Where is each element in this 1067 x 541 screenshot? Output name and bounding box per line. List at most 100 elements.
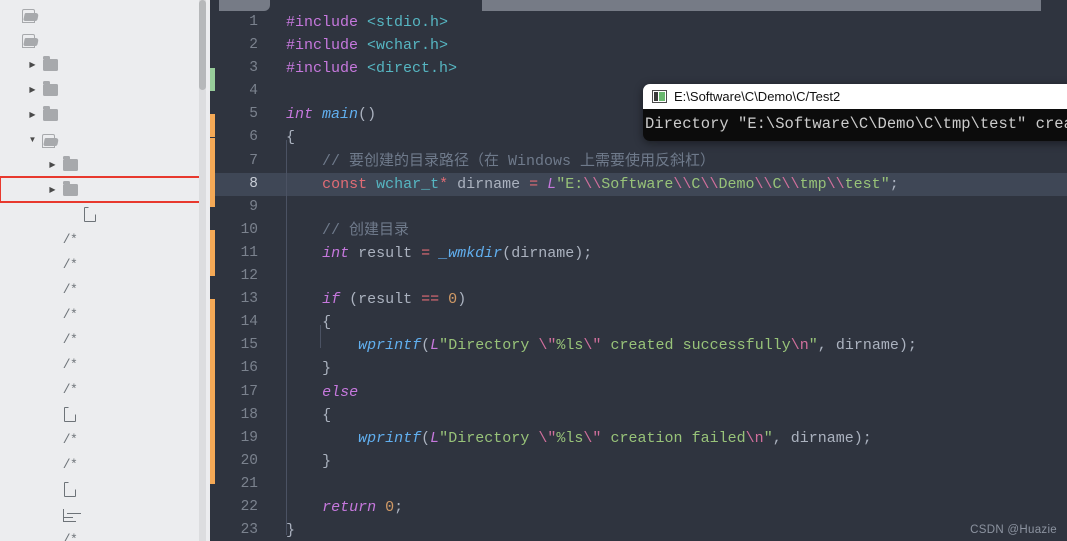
chevron-right-icon[interactable]: ▶ [46,411,59,419]
code-line[interactable]: // 要创建的目录路径（在 Windows 上需要使用反斜杠） [286,150,917,173]
change-marker [210,114,215,138]
editor-horizontal-scrollbar[interactable] [482,0,1041,11]
chevron-right-icon[interactable]: ▶ [46,185,59,194]
code-editor[interactable]: 1 2 3 4 5 6 7 8 9 10 11 12 13 14 15 16 17 18 19 20 21 22 23 #i… [210,0,1067,541]
tree-item[interactable]: ▶/* [0,427,210,452]
code-line[interactable]: const wchar_t* dirname = L"E:\\Software\… [286,173,917,196]
file-explorer-sidebar[interactable]: ▶▶▶▶▶▼▶▶▶▶/*▶/*▶/*▶/*▶/*▶/*▶/*▶▶/*▶/*▶▶▶… [0,0,210,541]
tree-item[interactable]: ▶/* [0,302,210,327]
c-source-icon: /* [62,332,78,347]
folder-closed-icon [59,155,81,171]
code-line[interactable]: #include <wchar.h> [286,34,917,57]
line-number: 22 [240,498,258,515]
code-line[interactable] [286,265,917,288]
tree-item[interactable]: ▶/* [0,252,210,277]
line-number: 6 [249,129,258,146]
tree-item[interactable]: ▶/* [0,452,210,477]
chevron-right-icon[interactable]: ▶ [26,110,39,119]
chevron-right-icon[interactable]: ▶ [46,386,59,394]
line-number-gutter: 1 2 3 4 5 6 7 8 9 10 11 12 13 14 15 16 17 18 19 20 21 22 23 [215,11,267,541]
chevron-right-icon[interactable]: ▶ [46,261,59,269]
code-line[interactable]: wprintf(L"Directory \"%ls\" created succ… [286,334,917,357]
console-output-text: Directory "E:\Software\C\Demo\C\tmp\test… [643,109,1067,141]
chevron-right-icon[interactable]: ▶ [6,11,19,19]
chevron-right-icon[interactable]: ▶ [6,36,19,44]
c-source-icon: /* [62,382,78,397]
sidebar-scrollbar-thumb[interactable] [199,0,206,90]
line-number: 10 [240,221,258,238]
tree-item[interactable]: ▶ [0,152,210,177]
tree-item[interactable]: ▶/* [0,527,210,541]
line-number: 20 [240,452,258,469]
tree-item[interactable]: ▶ [0,102,210,127]
console-title-text: E:\Software\C\Demo\C/Test2 [674,89,841,104]
editor-top-strip [210,0,1067,11]
chevron-right-icon[interactable]: ▶ [46,536,59,541]
code-line[interactable]: } [286,450,917,473]
chevron-right-icon[interactable]: ▶ [46,311,59,319]
code-line[interactable]: else [286,381,917,404]
tree-item[interactable]: ▶ [0,27,210,52]
tree-item[interactable]: ▶/* [0,327,210,352]
sidebar-scrollbar-track[interactable] [199,0,206,541]
tree-item[interactable]: ▶/* [0,352,210,377]
file-tree[interactable]: ▶▶▶▶▶▼▶▶▶▶/*▶/*▶/*▶/*▶/*▶/*▶/*▶▶/*▶/*▶▶▶… [0,0,210,541]
line-number: 14 [240,314,258,331]
line-number: 17 [240,383,258,400]
code-line[interactable]: if (result == 0) [286,288,917,311]
chevron-right-icon[interactable]: ▶ [46,160,59,169]
chevron-right-icon[interactable]: ▶ [46,436,59,444]
tree-item[interactable]: ▶ [0,402,210,427]
file-icon [79,206,101,222]
line-number: 15 [240,337,258,354]
ide-window: ▶▶▶▶▶▼▶▶▶▶/*▶/*▶/*▶/*▶/*▶/*▶/*▶▶/*▶/*▶▶▶… [0,0,1067,541]
line-number: 5 [249,106,258,123]
code-line[interactable]: #include <direct.h> [286,57,917,80]
code-line[interactable]: { [286,404,917,427]
tree-item[interactable]: ▶ [0,52,210,77]
change-marker [210,137,215,207]
code-line[interactable]: // 创建目录 [286,219,917,242]
code-line[interactable]: } [286,519,917,541]
chevron-right-icon[interactable]: ▶ [46,336,59,344]
tree-item[interactable]: ▶ [0,2,210,27]
editor-tab-chip-left[interactable] [219,0,270,11]
code-line[interactable]: int result = _wmkdir(dirname); [286,242,917,265]
tree-item[interactable]: ▶/* [0,227,210,252]
c-source-icon: /* [62,532,78,541]
tree-item[interactable]: ▶ [0,77,210,102]
tree-item[interactable]: ▶ [0,176,210,203]
line-number: 23 [240,522,258,539]
chevron-right-icon[interactable]: ▶ [46,511,59,519]
console-title-bar[interactable]: E:\Software\C\Demo\C/Test2 [643,84,1067,109]
tree-item[interactable]: ▼ [0,127,210,152]
watermark-label: CSDN @Huazie [970,524,1057,536]
chevron-right-icon[interactable]: ▶ [46,361,59,369]
tree-item[interactable]: ▶ [0,202,210,227]
console-output-window[interactable]: E:\Software\C\Demo\C/Test2 Directory "E:… [643,84,1067,141]
chevron-right-icon[interactable]: ▶ [46,236,59,244]
c-source-icon: /* [62,457,78,472]
code-line[interactable] [286,196,917,219]
tree-item[interactable]: ▶/* [0,377,210,402]
line-number: 13 [240,291,258,308]
chevron-right-icon[interactable]: ▶ [46,461,59,469]
tree-item[interactable]: ▶/* [0,277,210,302]
code-line[interactable]: return 0; [286,496,917,519]
code-line[interactable]: wprintf(L"Directory \"%ls\" creation fai… [286,427,917,450]
chevron-down-icon[interactable]: ▼ [26,135,39,144]
chevron-right-icon[interactable]: ▶ [46,286,59,294]
tree-item[interactable]: ▶ [0,502,210,527]
code-line[interactable]: } [286,357,917,380]
chevron-right-icon[interactable]: ▶ [26,85,39,94]
chevron-right-icon[interactable]: ▶ [66,211,79,219]
tree-item[interactable]: ▶ [0,477,210,502]
chevron-right-icon[interactable]: ▶ [46,486,59,494]
code-line[interactable]: #include <stdio.h> [286,11,917,34]
chevron-right-icon[interactable]: ▶ [26,60,39,69]
change-marker [210,229,215,277]
line-number: 2 [249,37,258,54]
code-line[interactable] [286,473,917,496]
line-number: 1 [249,14,258,30]
code-line[interactable]: { [286,311,917,334]
